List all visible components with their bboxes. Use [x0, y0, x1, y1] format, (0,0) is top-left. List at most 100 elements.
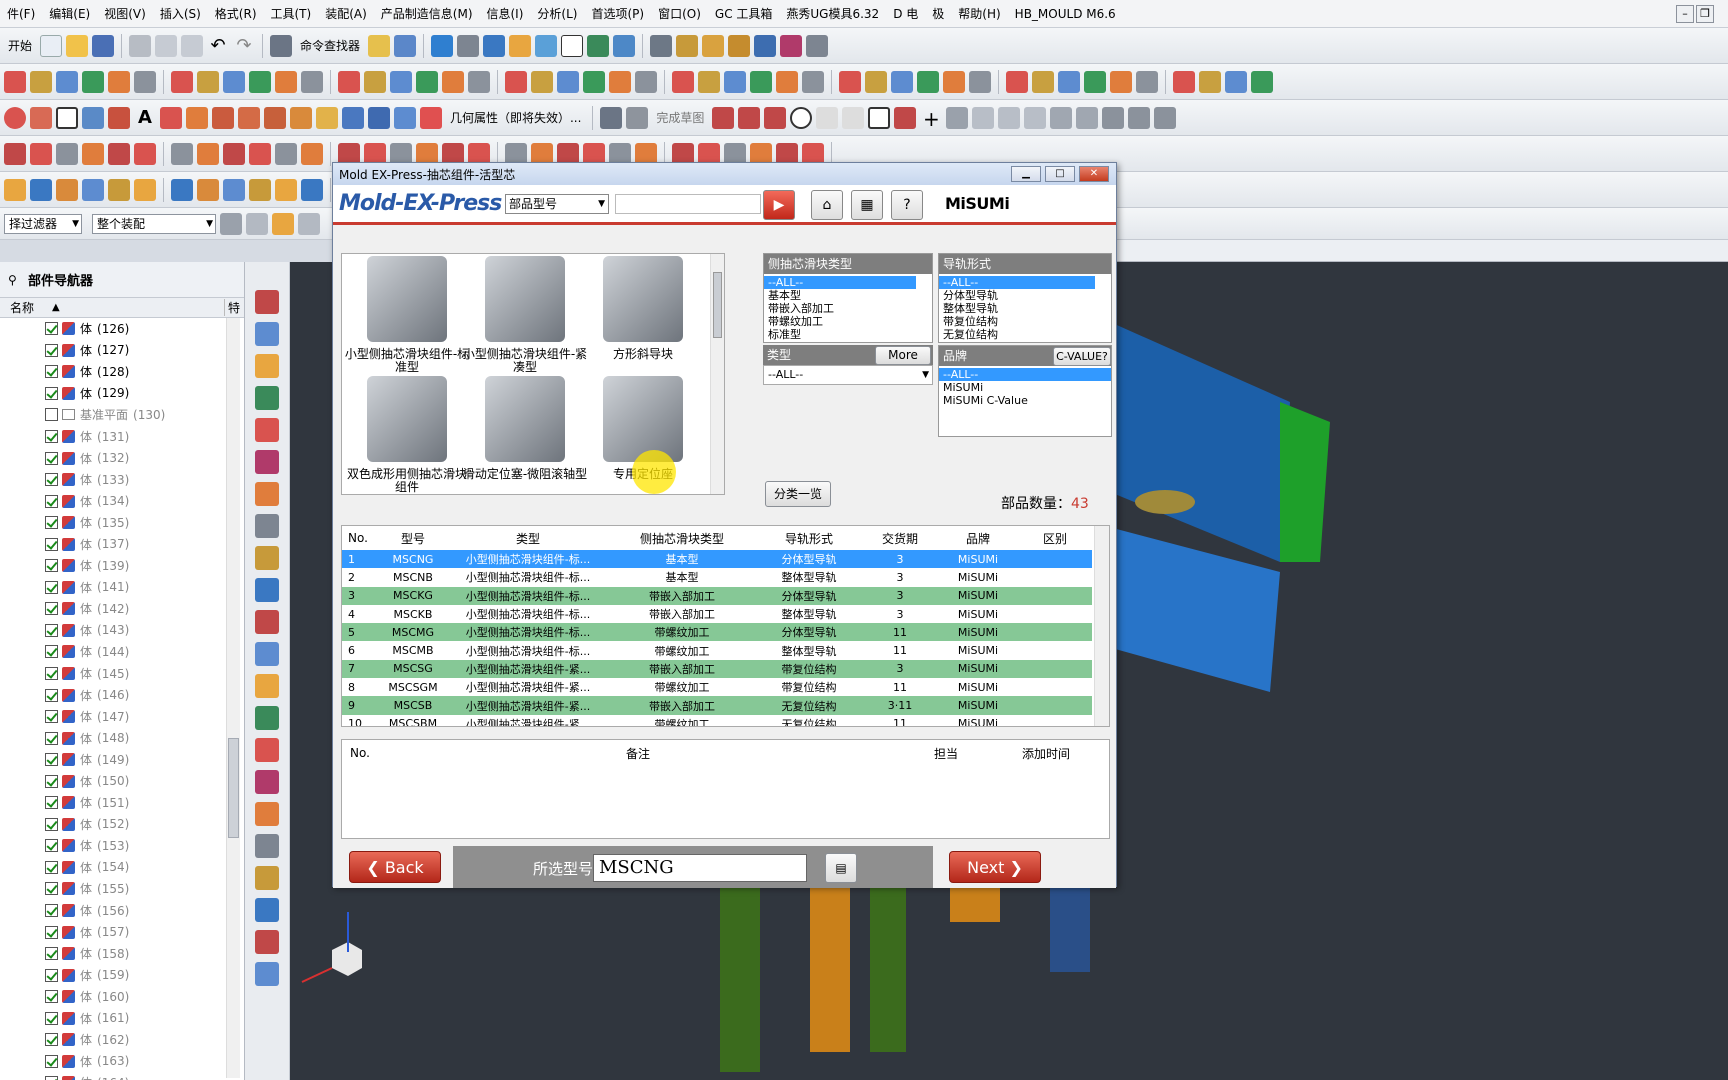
curve-icon[interactable]	[171, 142, 193, 165]
navigator-row[interactable]: 体 (131)	[0, 426, 244, 448]
sketch-arc-icon[interactable]	[764, 106, 787, 129]
navigator-row[interactable]: 体 (156)	[0, 900, 244, 922]
navigator-row[interactable]: 体 (153)	[0, 835, 244, 857]
visibility-checkbox[interactable]	[45, 968, 58, 982]
filter-option[interactable]: MiSUMi	[939, 381, 1111, 394]
text-icon[interactable]: A	[134, 107, 156, 128]
next-button[interactable]: Next ❯	[949, 851, 1041, 883]
menu-item[interactable]: 极	[925, 0, 951, 27]
mold-tool-icon[interactable]	[82, 178, 104, 201]
feature-icon[interactable]	[108, 70, 130, 93]
navigator-row[interactable]: 体 (141)	[0, 577, 244, 599]
resource-tab-icon[interactable]	[255, 482, 279, 506]
navigator-row[interactable]: 体 (147)	[0, 706, 244, 728]
navigator-row[interactable]: 体 (143)	[0, 620, 244, 642]
point-icon[interactable]	[108, 106, 130, 129]
visibility-checkbox[interactable]	[45, 882, 58, 896]
feature-icon[interactable]	[442, 70, 464, 93]
redo-icon[interactable]: ↷	[233, 35, 255, 57]
visibility-checkbox[interactable]	[45, 753, 58, 767]
navigator-row[interactable]: 体 (133)	[0, 469, 244, 491]
mold-tool-icon[interactable]	[223, 178, 245, 201]
bridge-icon[interactable]	[315, 106, 338, 129]
curve-icon[interactable]	[301, 142, 323, 165]
grid-icon[interactable]	[780, 34, 803, 57]
menu-item[interactable]: 装配(A)	[318, 0, 374, 27]
resource-tab-icon[interactable]	[255, 546, 279, 570]
curve-icon[interactable]	[108, 142, 130, 165]
clipboard-icon[interactable]: ▤	[825, 853, 857, 883]
feature-icon[interactable]	[609, 70, 631, 93]
navigator-row[interactable]: 体 (164)	[0, 1072, 244, 1080]
type-dropdown[interactable]: --ALL-- ▼	[763, 365, 933, 385]
feature-icon[interactable]	[1251, 70, 1273, 93]
open-folder-icon[interactable]	[66, 34, 89, 57]
mold-tool-icon[interactable]	[134, 178, 156, 201]
measure-icon[interactable]	[806, 34, 829, 57]
calculator-icon[interactable]: ▦	[851, 190, 883, 220]
resource-tab-icon[interactable]	[255, 386, 279, 410]
home-icon[interactable]: ⌂	[811, 190, 843, 220]
visibility-checkbox[interactable]	[45, 839, 58, 853]
sketch-fillet-icon[interactable]	[816, 106, 839, 129]
cvalue-button[interactable]: C-VALUE?	[1053, 347, 1111, 366]
filter-option[interactable]: 带螺纹加工	[764, 315, 916, 328]
resource-tab-icon[interactable]	[255, 290, 279, 314]
visibility-checkbox[interactable]	[45, 1011, 58, 1025]
sketch-icon[interactable]	[600, 106, 623, 129]
rectangle-icon[interactable]	[56, 106, 78, 129]
feature-icon[interactable]	[776, 70, 798, 93]
category-list-button[interactable]: 分类一览	[765, 481, 831, 507]
snap-mid-icon[interactable]	[298, 212, 320, 235]
menu-item[interactable]: 产品制造信息(M)	[374, 0, 480, 27]
visibility-checkbox[interactable]	[45, 386, 58, 400]
navigator-row[interactable]: 体 (132)	[0, 447, 244, 469]
column-header[interactable]: 区别	[1018, 526, 1092, 550]
menu-item[interactable]: 件(F)	[0, 0, 42, 27]
visibility-checkbox[interactable]	[45, 365, 58, 379]
feature-icon[interactable]	[917, 70, 939, 93]
menu-item[interactable]: 视图(V)	[97, 0, 153, 27]
snap-point-icon[interactable]	[246, 212, 268, 235]
visibility-checkbox[interactable]	[45, 904, 58, 918]
feature-icon[interactable]	[223, 70, 245, 93]
navigator-row[interactable]: 体 (127)	[0, 340, 244, 362]
navigator-row[interactable]: 体 (154)	[0, 857, 244, 879]
column-header[interactable]: 交货期	[862, 526, 938, 550]
resource-tab-icon[interactable]	[255, 738, 279, 762]
curve-icon[interactable]	[56, 142, 78, 165]
feature-icon[interactable]	[969, 70, 991, 93]
navigator-row[interactable]: 体 (126)	[0, 318, 244, 340]
filter-option[interactable]: --ALL--	[764, 276, 916, 289]
table-row[interactable]: 2 MSCNB 小型侧抽芯滑块组件-标... 基本型 整体型导轨 3 MiSUMi	[342, 568, 1092, 587]
dialog-maximize-icon[interactable]: □	[1045, 166, 1075, 182]
assembly-icon[interactable]	[587, 34, 610, 57]
arc-icon[interactable]	[4, 106, 26, 129]
visibility-checkbox[interactable]	[45, 343, 58, 357]
polygon-icon[interactable]	[82, 106, 104, 129]
feature-icon[interactable]	[197, 70, 219, 93]
fit-view-icon[interactable]	[431, 34, 454, 57]
sketch-profile-icon[interactable]	[712, 106, 735, 129]
feature-icon[interactable]	[1225, 70, 1247, 93]
navigator-row[interactable]: 体 (155)	[0, 878, 244, 900]
search-mode-dropdown[interactable]: 部品型号 ▼	[505, 194, 609, 214]
navigator-row[interactable]: 体 (142)	[0, 598, 244, 620]
visibility-checkbox[interactable]	[45, 1033, 58, 1047]
column-header[interactable]: 侧抽芯滑块类型	[608, 526, 756, 550]
screen-icon[interactable]	[561, 34, 584, 57]
navigator-row[interactable]: 体 (157)	[0, 921, 244, 943]
save-icon[interactable]	[92, 34, 115, 57]
visibility-checkbox[interactable]	[45, 947, 58, 961]
sketch-mirror-icon[interactable]	[1076, 106, 1099, 129]
undo-icon[interactable]: ↶	[207, 35, 229, 57]
mold-tool-icon[interactable]	[171, 178, 193, 201]
curve-icon[interactable]	[4, 142, 26, 165]
paste-icon[interactable]	[181, 34, 204, 57]
feature-icon[interactable]	[672, 70, 694, 93]
visibility-checkbox[interactable]	[45, 473, 58, 487]
pin-icon[interactable]: ⚲	[8, 273, 17, 287]
curve-icon[interactable]	[82, 142, 104, 165]
list-icon[interactable]	[650, 34, 673, 57]
menu-item[interactable]: D 电	[886, 0, 925, 27]
